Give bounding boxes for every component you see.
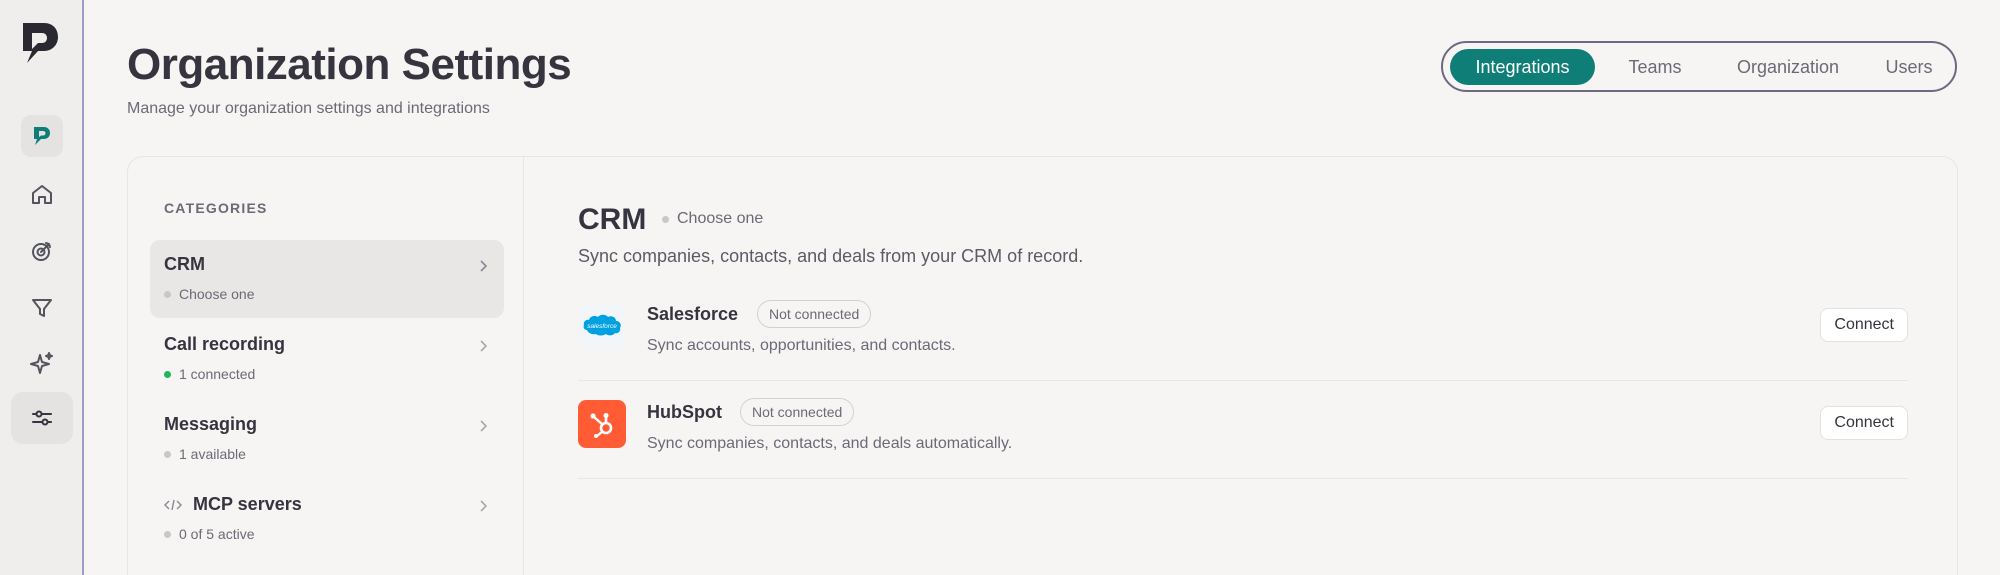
connect-salesforce-button[interactable]: Connect bbox=[1820, 308, 1908, 342]
sliders-icon[interactable] bbox=[11, 392, 73, 444]
category-status-text: Choose one bbox=[179, 286, 255, 302]
category-status: 1 connected bbox=[164, 366, 255, 382]
integration-row-salesforce: salesforce Salesforce Not connected Sync… bbox=[578, 285, 1908, 381]
app-logo-icon[interactable] bbox=[20, 20, 60, 66]
settings-card: CATEGORIES CRM Choose one Call recording… bbox=[127, 156, 1958, 575]
integration-name: HubSpot bbox=[647, 402, 722, 422]
category-status: 0 of 5 active bbox=[164, 526, 255, 542]
status-dot bbox=[164, 370, 171, 378]
category-status-text: 1 available bbox=[179, 446, 246, 462]
categories-heading: CATEGORIES bbox=[164, 200, 268, 216]
status-badge: Not connected bbox=[757, 300, 872, 328]
section-hint-text: Choose one bbox=[677, 210, 764, 227]
category-call-recording[interactable]: Call recording 1 connected bbox=[150, 320, 504, 398]
chevron-right-icon bbox=[480, 420, 488, 432]
category-messaging[interactable]: Messaging 1 available bbox=[150, 400, 504, 478]
status-dot bbox=[164, 530, 171, 538]
status-badge: Not connected bbox=[740, 398, 855, 426]
category-mcp-servers[interactable]: MCP servers 0 of 5 active bbox=[150, 480, 504, 558]
category-label: MCP servers bbox=[164, 494, 302, 515]
category-label: Messaging bbox=[164, 414, 258, 434]
category-status-text: 1 connected bbox=[179, 366, 256, 382]
salesforce-logo-text: salesforce bbox=[587, 323, 617, 330]
page-title: Organization Settings bbox=[127, 40, 572, 89]
status-dot bbox=[662, 215, 669, 223]
sparkle-icon[interactable] bbox=[21, 342, 63, 384]
category-status: 1 available bbox=[164, 446, 246, 462]
left-rail bbox=[0, 0, 84, 575]
category-label: CRM bbox=[164, 254, 205, 274]
salesforce-logo-icon: salesforce bbox=[578, 302, 626, 350]
code-icon bbox=[164, 499, 182, 510]
integration-description: Sync accounts, opportunities, and contac… bbox=[647, 337, 956, 354]
tab-users[interactable]: Users bbox=[1869, 49, 1949, 85]
connect-hubspot-button[interactable]: Connect bbox=[1820, 406, 1908, 440]
chevron-right-icon bbox=[480, 340, 488, 352]
section-title: CRM bbox=[578, 203, 647, 236]
settings-tabs: Integrations Teams Organization Users bbox=[1441, 41, 1957, 92]
category-status: Choose one bbox=[164, 286, 255, 302]
brand-icon[interactable] bbox=[21, 115, 63, 157]
integration-row-hubspot: HubSpot Not connected Sync companies, co… bbox=[578, 383, 1908, 479]
section-description: Sync companies, contacts, and deals from… bbox=[578, 246, 1084, 266]
hubspot-logo-icon bbox=[578, 400, 626, 448]
status-dot bbox=[164, 290, 171, 298]
home-icon[interactable] bbox=[21, 174, 63, 216]
section-hint: Choose one bbox=[662, 210, 763, 228]
category-crm[interactable]: CRM Choose one bbox=[150, 240, 504, 318]
category-label: Call recording bbox=[164, 334, 286, 354]
tab-integrations[interactable]: Integrations bbox=[1450, 49, 1595, 85]
tab-organization[interactable]: Organization bbox=[1713, 49, 1863, 85]
target-icon[interactable] bbox=[21, 230, 63, 272]
page-subtitle: Manage your organization settings and in… bbox=[127, 100, 490, 117]
chevron-right-icon bbox=[480, 500, 488, 512]
filter-icon[interactable] bbox=[21, 287, 63, 329]
integration-name: Salesforce bbox=[647, 304, 739, 324]
category-label-text: MCP servers bbox=[193, 494, 302, 514]
tab-teams[interactable]: Teams bbox=[1605, 49, 1705, 85]
integration-description: Sync companies, contacts, and deals auto… bbox=[647, 435, 1013, 452]
categories-sidebar: CATEGORIES CRM Choose one Call recording… bbox=[128, 157, 524, 575]
status-dot bbox=[164, 450, 171, 458]
chevron-right-icon bbox=[480, 260, 488, 272]
category-status-text: 0 of 5 active bbox=[179, 526, 255, 542]
